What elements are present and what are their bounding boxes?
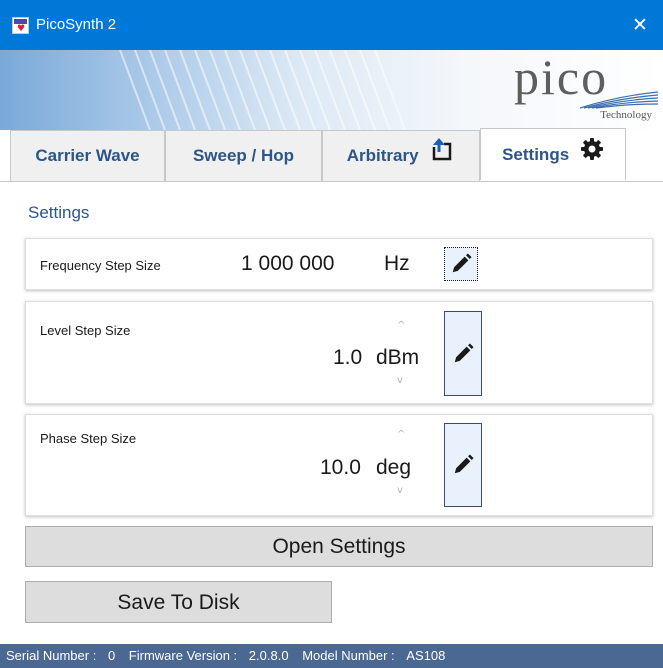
pencil-icon bbox=[452, 253, 472, 273]
upload-arrow-icon bbox=[429, 132, 455, 182]
title-bar: ♥ PicoSynth 2 ✕ bbox=[0, 0, 663, 50]
app-icon: ♥ bbox=[12, 17, 29, 34]
firmware-version-value: 2.0.8.0 bbox=[248, 648, 289, 663]
tab-carrier-wave[interactable]: Carrier Wave bbox=[10, 130, 165, 181]
phase-step-decrement[interactable]: v bbox=[397, 485, 403, 496]
phase-step-value[interactable]: 10.0 bbox=[320, 456, 361, 480]
tab-label: Sweep / Hop bbox=[192, 146, 295, 165]
settings-heading: Settings bbox=[28, 203, 90, 222]
phase-step-edit-button[interactable] bbox=[444, 423, 482, 507]
phase-step-increment[interactable]: ^ bbox=[397, 429, 405, 440]
tab-strip: Carrier Wave Sweep / Hop Arbitrary Setti… bbox=[0, 128, 663, 182]
tab-settings[interactable]: Settings bbox=[480, 128, 626, 180]
tab-label: Carrier Wave bbox=[35, 146, 140, 165]
level-step-value[interactable]: 1.0 bbox=[333, 346, 362, 370]
level-step-label: Level Step Size bbox=[40, 323, 131, 338]
frequency-step-value[interactable]: 1 000 000 bbox=[241, 252, 334, 276]
window-title: PicoSynth 2 bbox=[36, 16, 117, 33]
firmware-version-label: Firmware Version : bbox=[128, 648, 238, 663]
logo-subtext: Technology bbox=[600, 109, 652, 121]
tab-label: Arbitrary bbox=[346, 146, 419, 165]
model-number-label: Model Number : bbox=[302, 648, 395, 663]
tab-sweep-hop[interactable]: Sweep / Hop bbox=[165, 130, 322, 181]
pencil-icon bbox=[454, 454, 474, 474]
level-step-decrement[interactable]: v bbox=[397, 375, 403, 386]
level-step-unit: dBm bbox=[376, 346, 420, 369]
save-to-disk-button[interactable]: Save To Disk bbox=[25, 581, 332, 623]
level-step-increment[interactable]: ^ bbox=[397, 320, 405, 331]
level-step-edit-button[interactable] bbox=[444, 311, 482, 396]
phase-step-label: Phase Step Size bbox=[40, 431, 137, 446]
serial-number-label: Serial Number : bbox=[6, 648, 97, 663]
pico-logo: pico Technology bbox=[508, 52, 659, 128]
serial-number-value: 0 bbox=[107, 648, 116, 663]
phase-step-card: Phase Step Size ^ 10.0 deg v bbox=[25, 414, 653, 516]
frequency-step-card: Frequency Step Size 1 000 000 Hz bbox=[25, 238, 653, 290]
pencil-icon bbox=[454, 342, 474, 362]
close-button[interactable]: ✕ bbox=[617, 10, 663, 40]
gear-icon bbox=[580, 130, 604, 182]
tab-label: Settings bbox=[502, 145, 570, 164]
level-step-card: Level Step Size ^ 1.0 dBm v bbox=[25, 301, 653, 404]
frequency-step-edit-button[interactable] bbox=[444, 247, 478, 281]
model-number-value: AS108 bbox=[406, 648, 446, 663]
logo-swoosh bbox=[579, 91, 659, 109]
open-settings-button[interactable]: Open Settings bbox=[25, 526, 653, 567]
phase-step-unit: deg bbox=[376, 456, 412, 479]
status-bar: Serial Number : 0 Firmware Version : 2.0… bbox=[0, 644, 663, 668]
frequency-step-label: Frequency Step Size bbox=[40, 258, 161, 273]
frequency-step-unit: Hz bbox=[384, 252, 410, 275]
tab-arbitrary[interactable]: Arbitrary bbox=[322, 130, 480, 181]
